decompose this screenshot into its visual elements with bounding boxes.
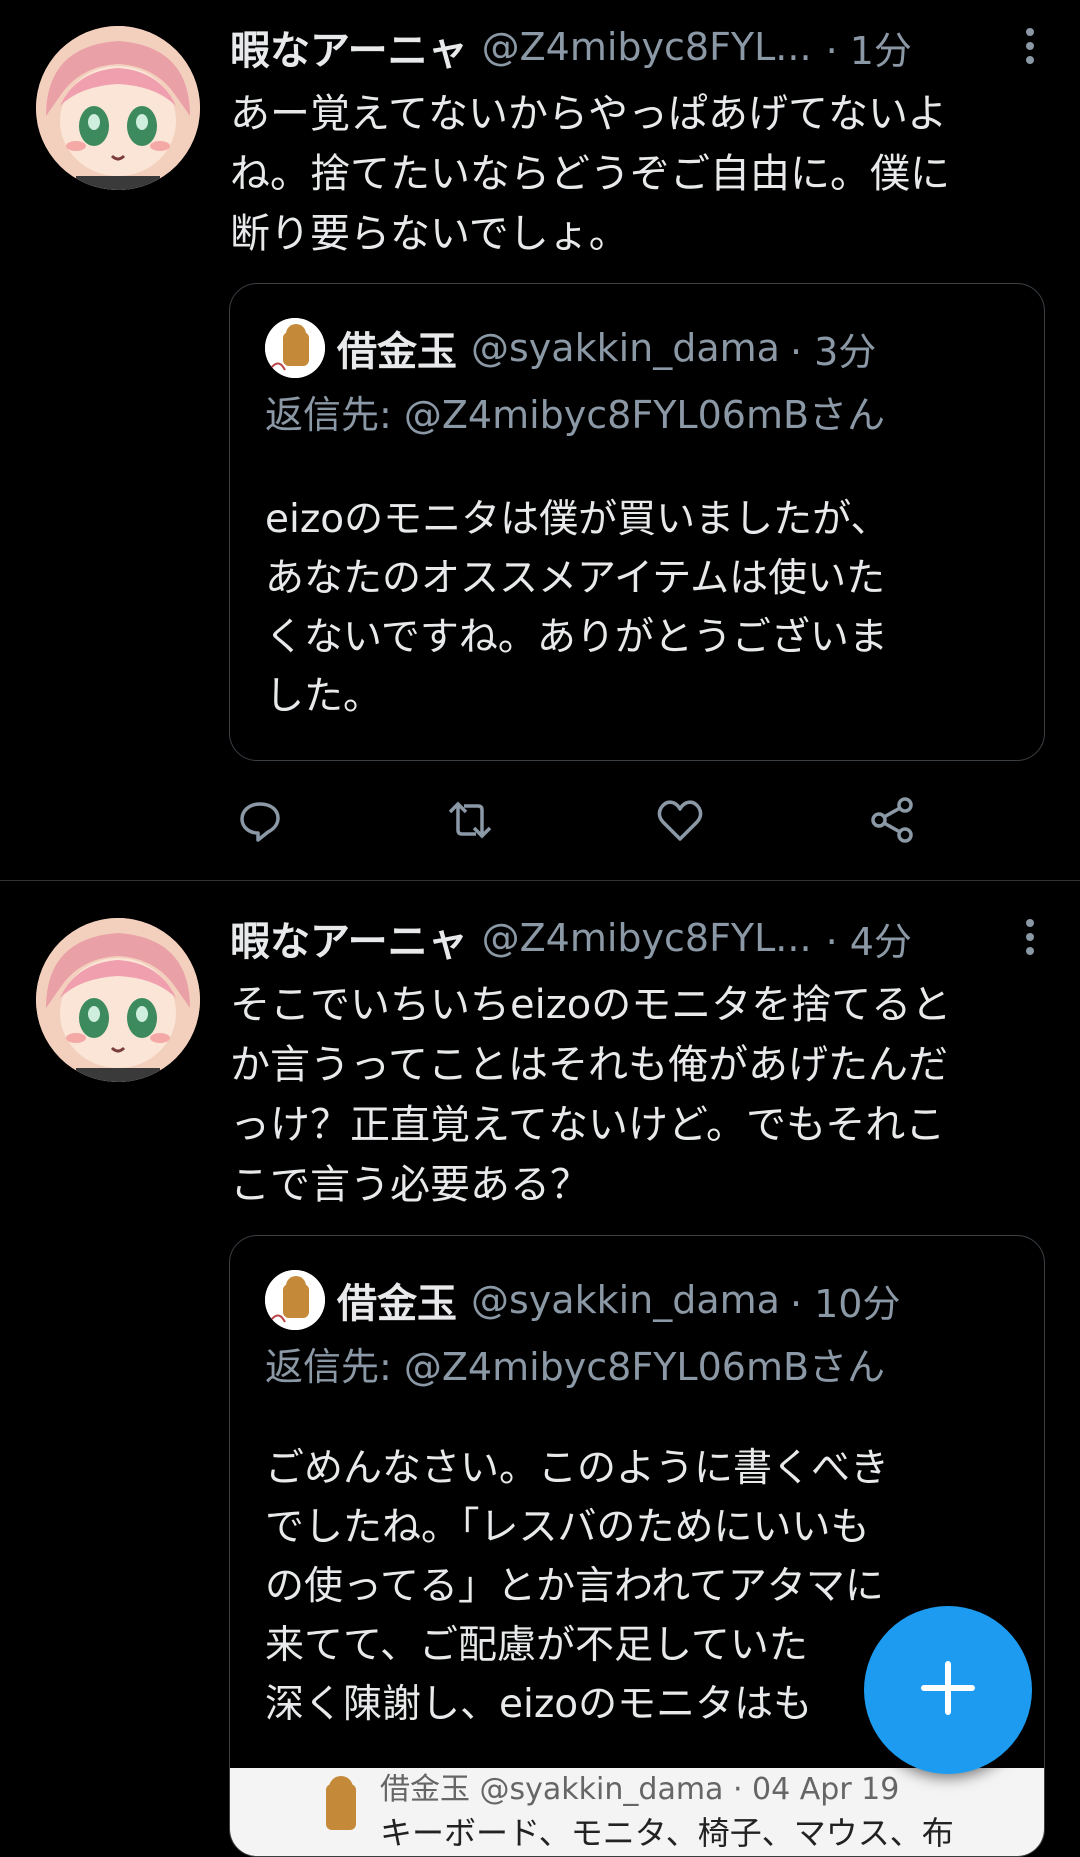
author-name[interactable]: 暇なアーニャ [230, 18, 468, 76]
tweet-text-line: か言うってことはそれも俺があげたんだ [230, 1042, 948, 1088]
quote-text-line: あなたのオススメアイテムは使いた [265, 556, 886, 601]
more-vertical-icon[interactable] [1010, 22, 1050, 72]
reply-icon[interactable] [230, 790, 290, 850]
avatar[interactable] [36, 918, 200, 1082]
quote-text-line: の使ってる」とか言われてアタマに [265, 1564, 884, 1609]
quote-time: · 10分 [789, 1281, 901, 1326]
quote-text-line: eizoのモニタは僕が買いましたが、 [265, 497, 890, 542]
quote-avatar [265, 1270, 325, 1330]
quote-author-name: 借金玉 [337, 1281, 457, 1327]
quote-text-line: でしたね。「レスバのためにいいも [265, 1505, 870, 1550]
tweet[interactable]: 暇なアーニャ @Z4mibyc8FYL... · 1分 あー覚えてないからやっぱ… [0, 0, 1080, 881]
compose-plus-icon [918, 1658, 978, 1722]
tweet-time[interactable]: · 1分 [826, 20, 912, 75]
quote-text-line: くないですね。ありがとうございま [265, 615, 888, 660]
compose-button[interactable] [864, 1606, 1032, 1774]
tweet-text: あー覚えてないからやっぱあげてないよ ね。捨てたいならどうぞご自由に。僕に 断り… [230, 84, 1050, 264]
quote-text-line: ごめんなさい。このように書くべき [265, 1446, 890, 1491]
tweet-actions [230, 790, 970, 850]
author-handle[interactable]: @Z4mibyc8FYL... [482, 25, 812, 69]
quote-author-handle: @syakkin_dama [471, 326, 780, 370]
quote-text-line: した。 [265, 674, 383, 719]
quote-author-name: 借金玉 [337, 329, 457, 375]
heart-icon[interactable] [650, 790, 710, 850]
retweet-icon[interactable] [440, 790, 500, 850]
embedded-text: キーボード、モニタ、椅子、マウス、布 [380, 1814, 954, 1852]
tweet-text-line: あー覚えてないからやっぱあげてないよ [230, 91, 948, 137]
tweet-text: そこでいちいちeizoのモニタを捨てると か言うってことはそれも俺があげたんだ … [230, 975, 1050, 1215]
quote-author-handle: @syakkin_dama [471, 1278, 780, 1322]
embedded-avatar [326, 1776, 356, 1830]
tweet-text-line: ね。捨てたいならどうぞご自由に。僕に [230, 151, 950, 197]
author-name[interactable]: 暇なアーニャ [230, 909, 468, 967]
tweet-text-line: そこでいちいちeizoのモニタを捨てると [230, 982, 952, 1028]
quote-reply-to: 返信先: @Z4mibyc8FYL06mBさん [265, 393, 886, 437]
quoted-tweet[interactable]: 借金玉 @syakkin_dama · 3分 返信先: @Z4mibyc8FYL… [229, 283, 1045, 761]
embedded-header: 借金玉 @syakkin_dama · 04 Apr 19 [380, 1772, 900, 1807]
tweet-text-line: 断り要らないでしょ。 [230, 211, 629, 257]
embedded-image[interactable]: 借金玉 @syakkin_dama · 04 Apr 19 キーボード、モニタ、… [230, 1768, 1044, 1856]
author-handle[interactable]: @Z4mibyc8FYL... [482, 916, 812, 960]
share-icon[interactable] [862, 790, 922, 850]
quote-time: · 3分 [789, 329, 877, 374]
tweet-text-line: こで言う必要ある？ [230, 1162, 590, 1208]
quote-avatar [265, 318, 325, 378]
more-vertical-icon[interactable] [1010, 913, 1050, 963]
avatar[interactable] [36, 26, 200, 190]
quote-reply-to: 返信先: @Z4mibyc8FYL06mBさん [265, 1345, 886, 1389]
tweet-text-line: っけ？正直覚えてないけど。でもそれこ [230, 1102, 946, 1148]
tweet-time[interactable]: · 4分 [826, 911, 912, 966]
quote-text: eizoのモニタは僕が買いましたが、 あなたのオススメアイテムは使いた くないで… [265, 490, 1005, 726]
